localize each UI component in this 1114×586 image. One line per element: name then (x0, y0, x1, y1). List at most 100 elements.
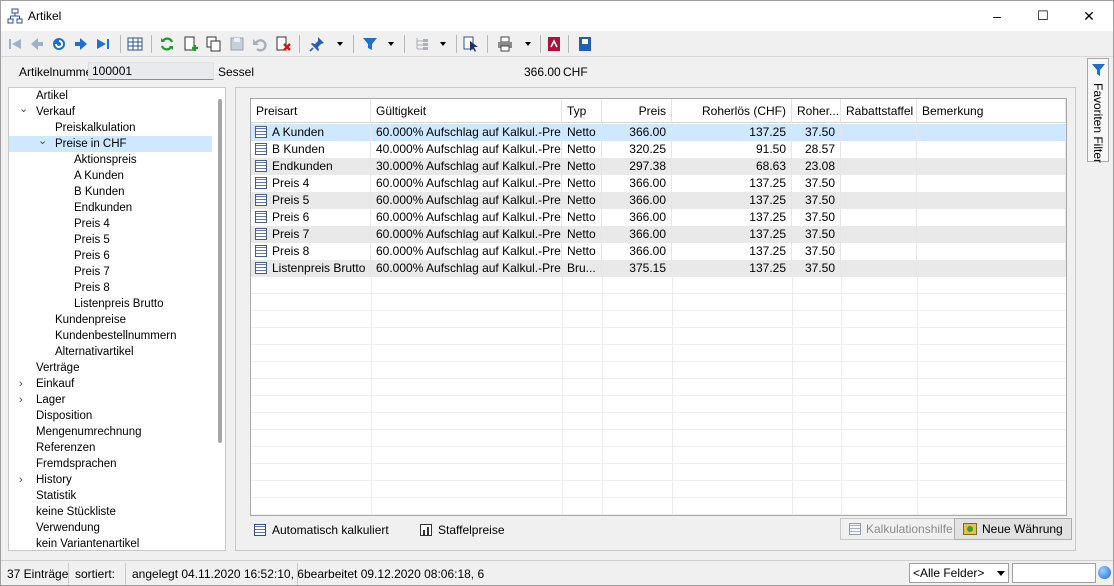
print-icon[interactable] (495, 34, 515, 54)
new-currency-button[interactable]: Neue Währung (954, 518, 1072, 540)
column-header[interactable]: Preisart (251, 99, 371, 123)
tree-item[interactable]: Verwendung (9, 520, 212, 536)
refresh-icon[interactable] (157, 34, 177, 54)
favorites-filter-panel[interactable]: Favoriten Filter (1087, 58, 1109, 163)
bar-chart-icon (420, 524, 432, 536)
tree-item[interactable]: Preis 4 (9, 216, 212, 232)
tree-item[interactable]: Listenpreis Brutto (9, 296, 212, 312)
table-cell: Preis 5 (251, 192, 371, 209)
tree-item[interactable]: kein Variantenartikel (9, 536, 212, 550)
tree-item[interactable]: Referenzen (9, 440, 212, 456)
globe-icon[interactable] (1098, 566, 1111, 579)
table-row[interactable]: B Kunden 40.000% Aufschlag auf Kalkul.-Pr… (251, 141, 1066, 158)
tree-item[interactable]: › Lager (9, 392, 212, 408)
table-cell: 366.00 (602, 226, 672, 243)
tree-item[interactable]: Artikel (9, 88, 212, 104)
column-header[interactable]: Roherlös (CHF) (672, 99, 792, 123)
save-icon[interactable] (227, 34, 247, 54)
column-header[interactable]: Rabattstaffel (841, 99, 917, 123)
table-cell (917, 209, 1066, 226)
print-dropdown-icon[interactable] (523, 34, 533, 54)
tree-structure-icon[interactable] (412, 34, 432, 54)
tree-item[interactable]: Statistik (9, 488, 212, 504)
column-header[interactable]: Typ (562, 99, 602, 123)
next-record-icon[interactable] (71, 34, 91, 54)
tree-item[interactable]: › History (9, 472, 212, 488)
tree-item[interactable]: Disposition (9, 408, 212, 424)
column-header[interactable]: Preis (602, 99, 672, 123)
table-row[interactable]: A Kunden 60.000% Aufschlag auf Kalkul.-Pr… (251, 124, 1066, 141)
tree-item[interactable]: Preis 6 (9, 248, 212, 264)
table-row[interactable]: Listenpreis Brutto 60.000% Aufschlag auf … (251, 260, 1066, 277)
table-cell (841, 260, 917, 277)
tree-item[interactable]: Aktionspreis (9, 152, 212, 168)
auto-calc-option[interactable]: Automatisch kalkuliert (254, 523, 389, 537)
prices-grid: Preisart Gültigkeit Typ Preis Roherlös (CHF)… (250, 98, 1067, 516)
close-button[interactable]: ✕ (1066, 1, 1112, 31)
expand-arrow-icon[interactable]: › (19, 392, 23, 408)
table-row[interactable]: Preis 5 60.000% Aufschlag auf Kalkul.-Pre… (251, 192, 1066, 209)
tree-item[interactable]: B Kunden (9, 184, 212, 200)
table-view-icon[interactable] (125, 34, 145, 54)
expand-arrow-icon[interactable]: › (19, 376, 23, 392)
table-cell: 366.00 (602, 175, 672, 192)
tree-item[interactable]: Fremdsprachen (9, 456, 212, 472)
tree-item[interactable]: Preiskalkulation (9, 120, 212, 136)
table-cell: 137.25 (672, 175, 792, 192)
delete-record-icon[interactable] (273, 34, 293, 54)
tree-item[interactable]: Alternativartikel (9, 344, 212, 360)
filter-dropdown-icon[interactable] (386, 34, 396, 54)
minimize-button[interactable]: – (974, 1, 1020, 31)
tree-item[interactable]: ⌄ Verkauf (9, 103, 212, 120)
staffel-option[interactable]: Staffelpreise (420, 523, 505, 537)
field-filter-select[interactable]: <Alle Felder> (909, 563, 1009, 583)
column-header[interactable]: Roher... (792, 99, 841, 123)
maximize-button[interactable]: ☐ (1020, 1, 1066, 31)
tree-item[interactable]: Verträge (9, 360, 212, 376)
search-input[interactable] (1012, 563, 1096, 583)
table-cell: Bru... (562, 260, 602, 277)
undo-icon[interactable] (250, 34, 270, 54)
article-number-input[interactable] (88, 62, 214, 80)
tree-item[interactable]: ⌄ Preise in CHF (9, 135, 212, 152)
copy-record-icon[interactable] (204, 34, 224, 54)
column-header[interactable]: Gültigkeit (371, 99, 562, 123)
table-row[interactable]: Preis 8 60.000% Aufschlag auf Kalkul.-Pre… (251, 243, 1066, 260)
tree-item[interactable]: Preis 5 (9, 232, 212, 248)
table-cell (917, 124, 1066, 141)
navigation-tree: kein Variantenartikel Verwendung keine Stü… (8, 87, 226, 551)
tree-item[interactable]: Preis 8 (9, 280, 212, 296)
expand-arrow-icon[interactable]: › (19, 472, 23, 488)
tree-item[interactable]: A Kunden (9, 168, 212, 184)
undo-circle-icon[interactable] (49, 34, 69, 54)
previous-record-icon[interactable] (27, 34, 47, 54)
last-record-icon[interactable] (93, 34, 113, 54)
first-record-icon[interactable] (5, 34, 25, 54)
tree-item[interactable]: Endkunden (9, 200, 212, 216)
filter-icon[interactable] (360, 34, 380, 54)
tree-item[interactable]: Kundenbestellnummern (9, 328, 212, 344)
table-cell: 137.25 (672, 192, 792, 209)
table-row[interactable]: Preis 4 60.000% Aufschlag auf Kalkul.-Pre… (251, 175, 1066, 192)
document-icon[interactable] (575, 34, 595, 54)
tree-item[interactable]: Kundenpreise (9, 312, 212, 328)
table-row[interactable]: Endkunden 30.000% Aufschlag auf Kalkul.-P… (251, 158, 1066, 175)
calculation-help-button[interactable]: Kalkulationshilfe (840, 518, 962, 540)
pin-dropdown-icon[interactable] (335, 34, 345, 54)
table-row[interactable]: Preis 6 60.000% Aufschlag auf Kalkul.-Pre… (251, 209, 1066, 226)
table-cell: Preis 7 (251, 226, 371, 243)
tree-item[interactable]: keine Stückliste (9, 504, 212, 520)
column-header[interactable]: Bemerkung (917, 99, 1066, 123)
tree-item[interactable]: Preis 7 (9, 264, 212, 280)
tree-item[interactable]: Mengenumrechnung (9, 424, 212, 440)
tree-scrollbar[interactable] (218, 99, 222, 443)
tree-item[interactable]: › Einkauf (9, 376, 212, 392)
report-icon[interactable] (544, 34, 564, 54)
table-cell: 37.50 (792, 226, 841, 243)
new-record-icon[interactable] (181, 34, 201, 54)
pin-icon[interactable] (307, 34, 327, 54)
tree-dropdown-icon[interactable] (438, 34, 448, 54)
table-row[interactable]: Preis 7 60.000% Aufschlag auf Kalkul.-Pre… (251, 226, 1066, 243)
select-pointer-icon[interactable] (461, 34, 481, 54)
table-cell (917, 141, 1066, 158)
